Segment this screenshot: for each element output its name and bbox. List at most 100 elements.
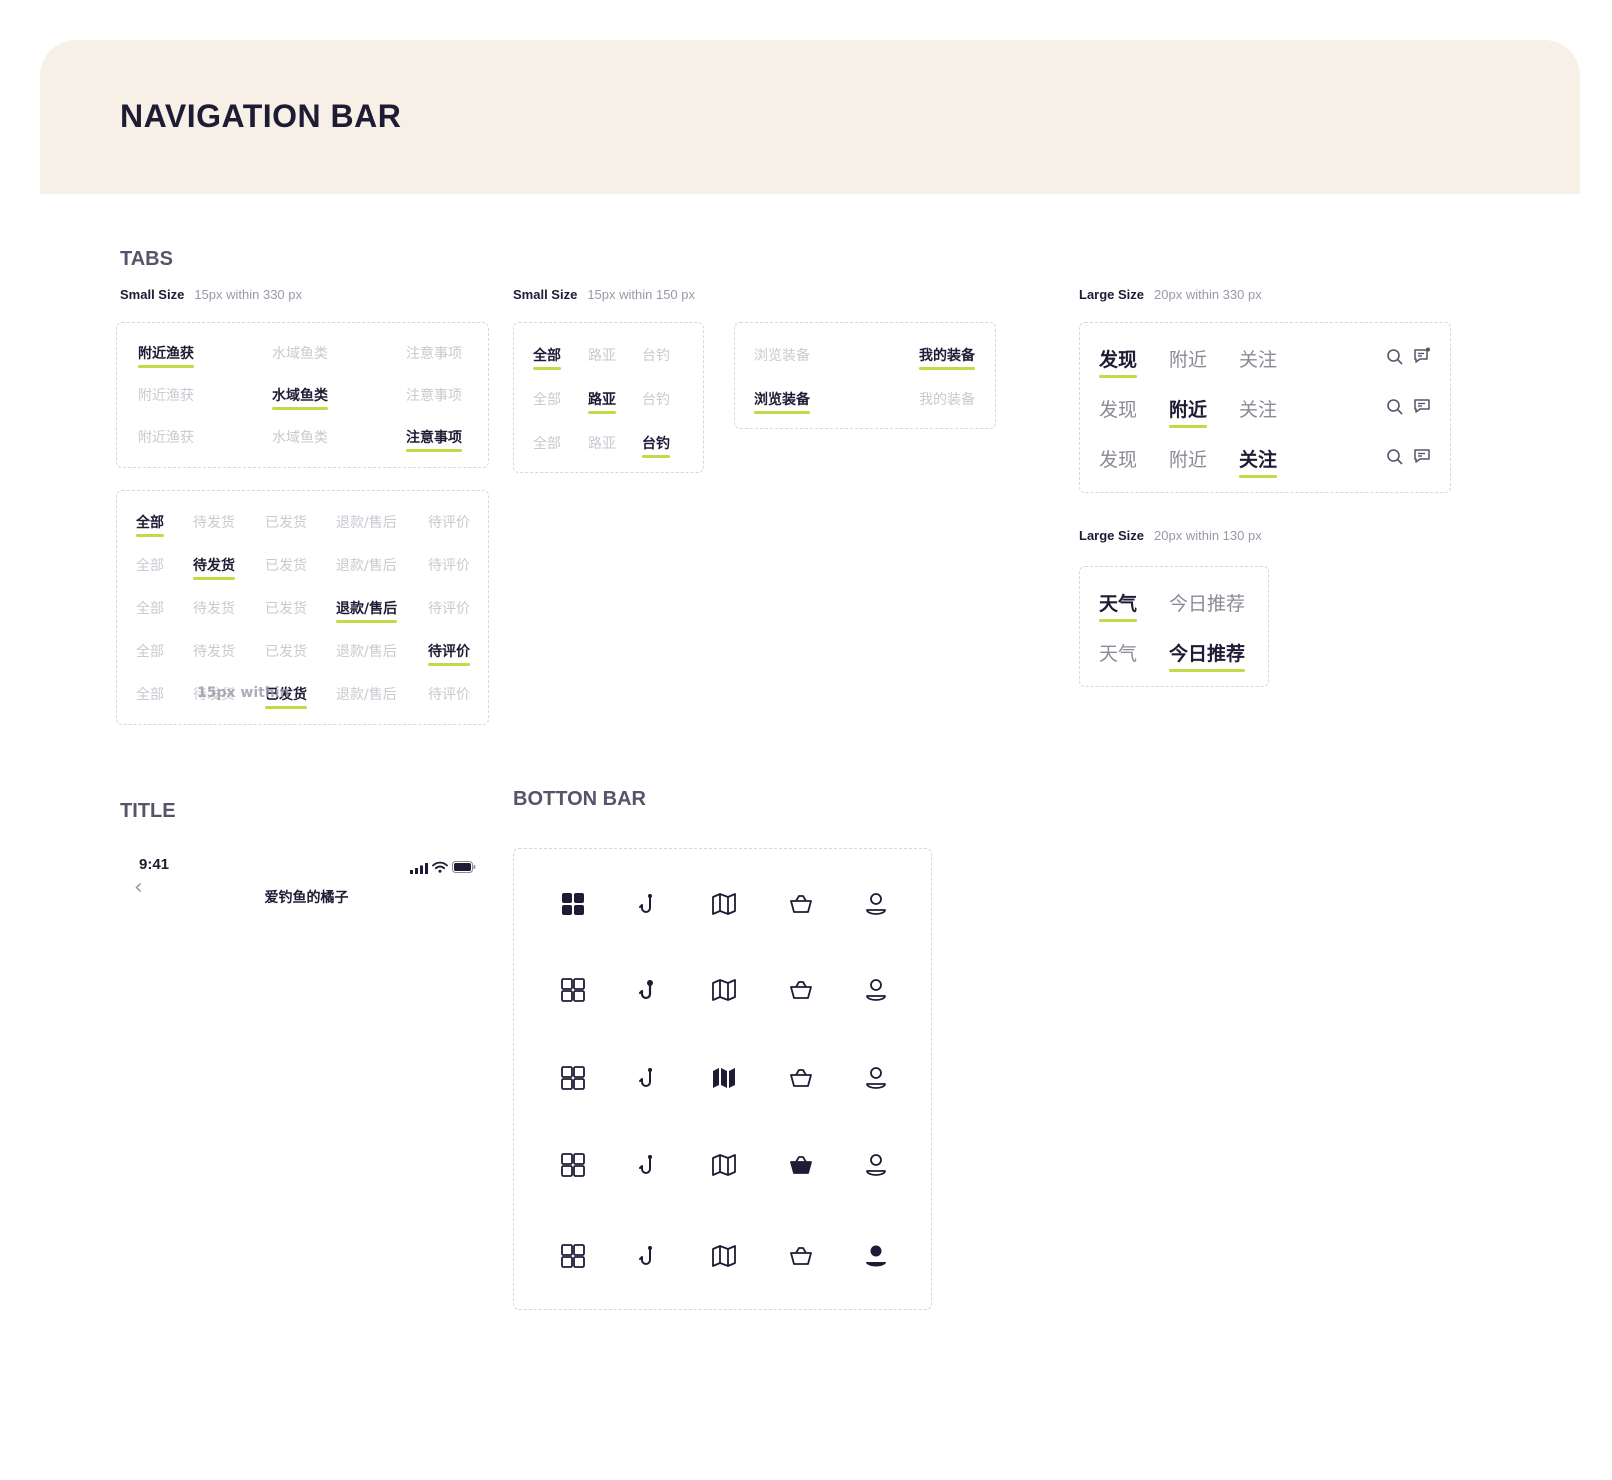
tab-all[interactable]: 全部 (136, 555, 164, 575)
tab-shipped[interactable]: 已发货 (265, 641, 307, 661)
size-label-bold: Small Size (120, 287, 185, 302)
size-label-bold: Large Size (1079, 528, 1145, 543)
tab-to-review[interactable]: 待评价 (428, 598, 470, 618)
tab-nearby-catch[interactable]: 附近渔获 (138, 343, 194, 368)
battery-icon (452, 858, 476, 873)
basket-icon[interactable] (787, 1151, 815, 1179)
search-icon[interactable] (1385, 347, 1405, 367)
grid-icon[interactable] (559, 1151, 587, 1179)
bottom-bar-section-title: BOTTON BAR (513, 788, 646, 810)
tab-nearby-catch[interactable]: 附近渔获 (138, 427, 194, 447)
basket-icon[interactable] (787, 976, 815, 1004)
tab-refund[interactable]: 退款/售后 (336, 641, 397, 661)
header-band: NAVIGATION BAR (40, 40, 1580, 194)
tab-to-ship[interactable]: 待发货 (193, 598, 235, 618)
user-icon[interactable] (862, 1151, 890, 1179)
map-icon[interactable] (710, 976, 738, 1004)
tab-nearby-catch[interactable]: 附近渔获 (138, 385, 194, 405)
hook-icon[interactable] (635, 1151, 663, 1179)
basket-icon[interactable] (787, 1242, 815, 1270)
tab-shipped[interactable]: 已发货 (265, 555, 307, 575)
grid-icon[interactable] (559, 976, 587, 1004)
tab-shipped[interactable]: 已发货 (265, 598, 307, 618)
tab-weather[interactable]: 天气 (1099, 589, 1138, 622)
size-label-bold: Large Size (1079, 287, 1145, 302)
tab-discover[interactable]: 发现 (1099, 445, 1137, 472)
tab-today-recommend[interactable]: 今日推荐 (1169, 589, 1245, 616)
tab-my-gear[interactable]: 我的装备 (919, 389, 975, 409)
tab-all[interactable]: 全部 (533, 345, 561, 370)
tab-weather[interactable]: 天气 (1099, 639, 1137, 666)
hook-icon[interactable] (635, 1064, 663, 1092)
title-bar-preview: 9:41 ‹ 爱钓鱼的橘子 (120, 840, 493, 920)
tab-lure[interactable]: 路亚 (588, 433, 616, 453)
tab-follow[interactable]: 关注 (1239, 345, 1277, 372)
tab-water-fish[interactable]: 水域鱼类 (272, 427, 328, 447)
tab-to-ship[interactable]: 待发货 (193, 555, 235, 580)
tab-platform[interactable]: 台钓 (642, 389, 670, 409)
tab-notes[interactable]: 注意事项 (406, 427, 462, 452)
tabs-group-orders: 全部 待发货 已发货 退款/售后 待评价 全部 待发货 已发货 退款/售后 待评… (116, 490, 489, 725)
user-icon[interactable] (862, 1242, 890, 1270)
grid-icon[interactable] (559, 890, 587, 918)
tab-water-fish[interactable]: 水域鱼类 (272, 343, 328, 363)
map-icon[interactable] (710, 1064, 738, 1092)
title-section-title: TITLE (120, 800, 176, 822)
tab-all[interactable]: 全部 (533, 389, 561, 409)
tab-follow[interactable]: 关注 (1239, 445, 1278, 478)
tab-today-recommend[interactable]: 今日推荐 (1169, 639, 1246, 672)
grid-icon[interactable] (559, 1242, 587, 1270)
tab-to-ship[interactable]: 待发货 (193, 641, 235, 661)
tab-notes[interactable]: 注意事项 (406, 343, 462, 363)
tab-my-gear[interactable]: 我的装备 (919, 345, 975, 370)
map-icon[interactable] (710, 1151, 738, 1179)
search-icon[interactable] (1385, 397, 1405, 417)
tab-nearby[interactable]: 附近 (1169, 345, 1207, 372)
tab-nearby[interactable]: 附近 (1169, 445, 1207, 472)
user-icon[interactable] (862, 1064, 890, 1092)
user-icon[interactable] (862, 890, 890, 918)
tab-to-review[interactable]: 待评价 (428, 512, 470, 532)
tab-all[interactable]: 全部 (136, 512, 164, 537)
hook-icon[interactable] (635, 890, 663, 918)
tab-platform[interactable]: 台钓 (642, 433, 670, 458)
map-icon[interactable] (710, 890, 738, 918)
tab-refund[interactable]: 退款/售后 (336, 512, 397, 532)
tab-to-ship[interactable]: 待发货 (193, 512, 235, 532)
tab-all[interactable]: 全部 (136, 641, 164, 661)
basket-icon[interactable] (787, 1064, 815, 1092)
tab-browse-gear[interactable]: 浏览装备 (754, 345, 810, 365)
tab-refund[interactable]: 退款/售后 (336, 555, 397, 575)
search-icon[interactable] (1385, 447, 1405, 467)
grid-icon[interactable] (559, 1064, 587, 1092)
map-icon[interactable] (710, 1242, 738, 1270)
hook-icon[interactable] (635, 976, 663, 1004)
message-icon[interactable] (1412, 446, 1432, 466)
tab-discover[interactable]: 发现 (1099, 395, 1137, 422)
tab-discover[interactable]: 发现 (1099, 345, 1138, 378)
tab-refund[interactable]: 退款/售后 (336, 684, 397, 704)
tab-notes[interactable]: 注意事项 (406, 385, 462, 405)
tab-lure[interactable]: 路亚 (588, 345, 616, 365)
tab-refund[interactable]: 退款/售后 (336, 598, 398, 623)
user-icon[interactable] (862, 976, 890, 1004)
basket-icon[interactable] (787, 890, 815, 918)
size-label-note: 15px within 330 px (194, 287, 302, 302)
tab-to-review[interactable]: 待评价 (428, 641, 470, 666)
size-label-note: 20px within 130 px (1154, 528, 1262, 543)
tab-platform[interactable]: 台钓 (642, 345, 670, 365)
tab-to-review[interactable]: 待评价 (428, 555, 470, 575)
message-icon[interactable] (1412, 396, 1432, 416)
tab-water-fish[interactable]: 水域鱼类 (272, 385, 328, 410)
tab-follow[interactable]: 关注 (1239, 395, 1277, 422)
tab-nearby[interactable]: 附近 (1169, 395, 1208, 428)
tab-browse-gear[interactable]: 浏览装备 (754, 389, 810, 414)
hook-icon[interactable] (635, 1242, 663, 1270)
tab-all[interactable]: 全部 (136, 684, 164, 704)
tab-to-review[interactable]: 待评价 (428, 684, 470, 704)
tab-lure[interactable]: 路亚 (588, 389, 616, 414)
tab-all[interactable]: 全部 (136, 598, 164, 618)
message-icon[interactable] (1412, 346, 1432, 366)
tab-all[interactable]: 全部 (533, 433, 561, 453)
tab-shipped[interactable]: 已发货 (265, 512, 307, 532)
